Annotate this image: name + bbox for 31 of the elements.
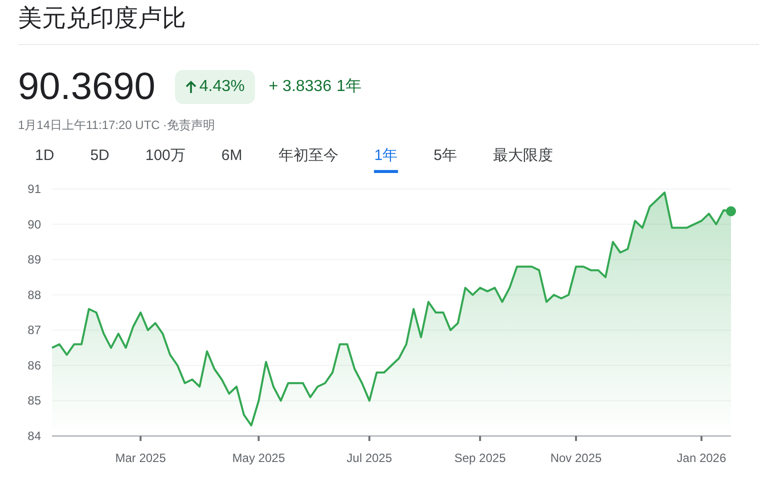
change-period: 1年 bbox=[336, 77, 362, 97]
x-axis-label: Mar 2025 bbox=[115, 451, 166, 465]
disclaimer-link[interactable]: ·免责声明 bbox=[162, 116, 215, 134]
y-axis-label: 91 bbox=[28, 182, 41, 196]
y-axis-label: 87 bbox=[28, 323, 41, 338]
range-tab[interactable]: 最大限度 bbox=[492, 145, 553, 173]
current-point-marker bbox=[726, 206, 736, 216]
range-tab[interactable]: 6M bbox=[221, 145, 242, 173]
range-tab[interactable]: 年初至今 bbox=[278, 145, 338, 173]
exchange-rate: 90.3690 bbox=[18, 67, 156, 107]
x-axis-label: Jan 2026 bbox=[676, 451, 726, 465]
page-title: 美元兑印度卢比 bbox=[18, 4, 186, 34]
y-axis-label: 89 bbox=[28, 252, 41, 267]
y-axis-label: 88 bbox=[28, 288, 41, 302]
x-axis-label: May 2025 bbox=[232, 451, 285, 465]
arrow-up-icon bbox=[185, 80, 198, 94]
y-axis-label: 90 bbox=[28, 217, 41, 232]
change-percent-badge: 4.43% bbox=[175, 70, 255, 104]
x-axis-label: Jul 2025 bbox=[346, 451, 392, 465]
y-axis-label: 86 bbox=[28, 358, 41, 372]
range-tab[interactable]: 5D bbox=[90, 145, 110, 173]
range-tab[interactable]: 5年 bbox=[434, 145, 457, 173]
x-axis-label: Nov 2025 bbox=[550, 451, 602, 465]
range-tab[interactable]: 100万 bbox=[145, 145, 186, 173]
timestamp: 1月14日上午11:17:20 UTC bbox=[18, 117, 160, 134]
change-amount: + 3.8336 bbox=[268, 77, 332, 97]
y-axis-label: 85 bbox=[28, 394, 41, 408]
range-tab[interactable]: 1D bbox=[35, 145, 54, 173]
x-axis-label: Sep 2025 bbox=[454, 451, 506, 465]
range-tab[interactable]: 1年 bbox=[374, 145, 398, 173]
y-axis-label: 84 bbox=[28, 429, 41, 443]
